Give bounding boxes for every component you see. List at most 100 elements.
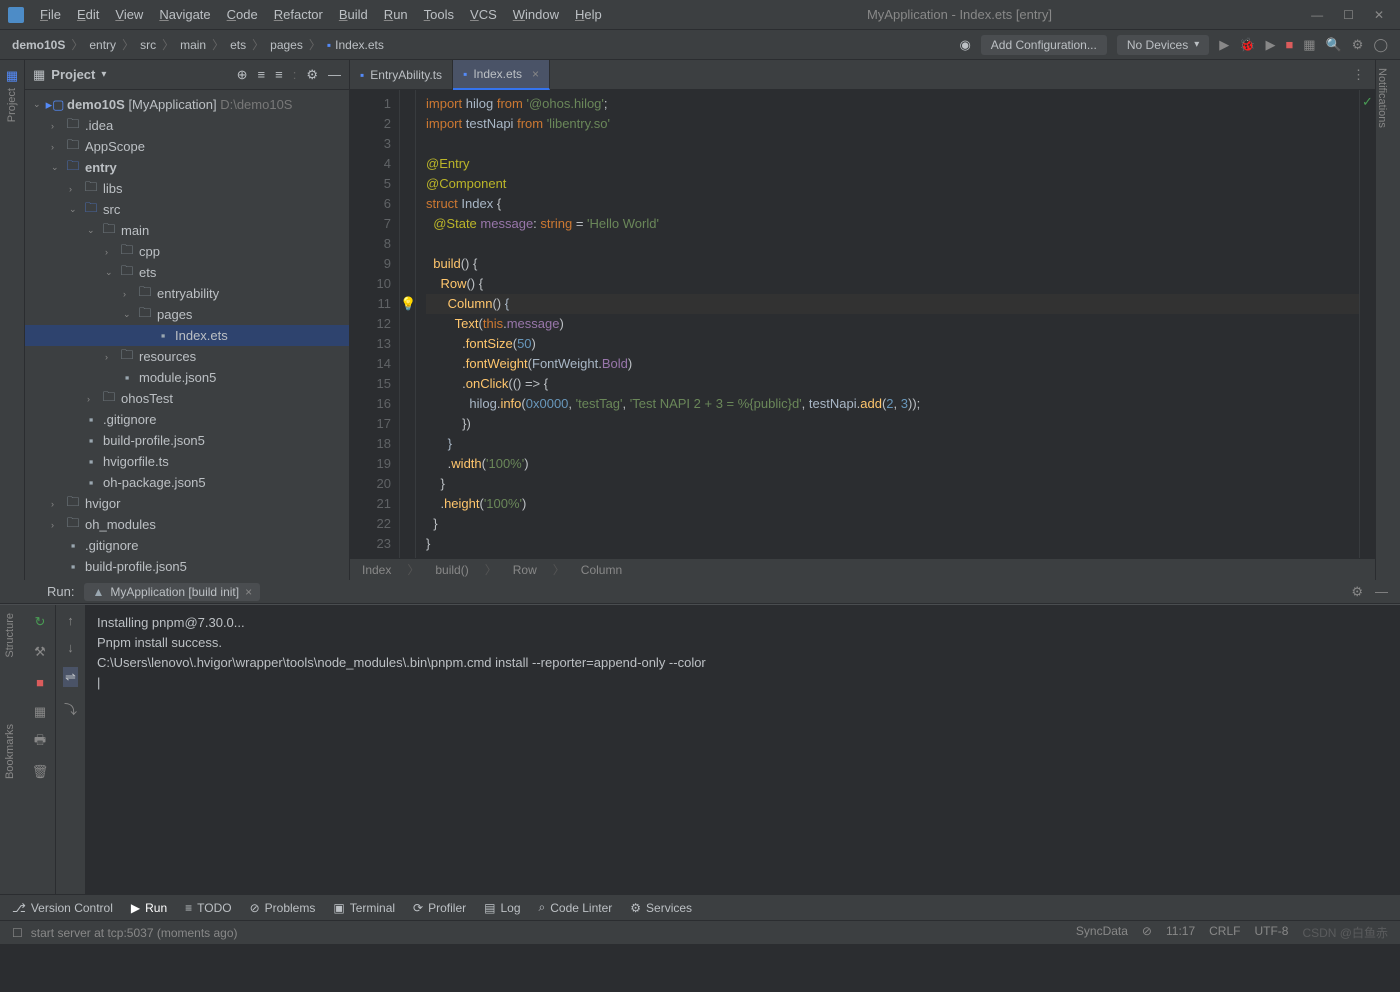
tree-item-build-profile.json5[interactable]: ▪build-profile.json5 <box>25 556 349 577</box>
breadcrumb-item[interactable]: Index.ets <box>335 38 384 52</box>
structure-icon[interactable]: ▦ <box>1303 37 1315 53</box>
breadcrumb-item[interactable]: main <box>180 38 206 52</box>
sidebar-structure[interactable]: Structure <box>0 605 20 666</box>
up-icon[interactable]: ↑ <box>67 613 74 628</box>
breadcrumb-item[interactable]: pages <box>270 38 303 52</box>
code-editor[interactable]: import hilog from '@ohos.hilog';import t… <box>416 90 1359 558</box>
tree-item-build-profile.json5[interactable]: ▪build-profile.json5 <box>25 430 349 451</box>
collapse-all-icon[interactable]: ≡ <box>275 67 283 83</box>
rerun-icon[interactable]: ↻ <box>31 613 49 631</box>
menu-view[interactable]: View <box>109 5 149 24</box>
debug-icon[interactable]: 🐞 <box>1239 37 1255 53</box>
devices-dropdown[interactable]: No Devices <box>1117 35 1209 55</box>
menu-file[interactable]: File <box>34 5 67 24</box>
scroll-icon[interactable]: ⤵ <box>64 699 77 718</box>
tree-item-pages[interactable]: ⌄🗀pages <box>25 304 349 325</box>
tree-item-cpp[interactable]: ›🗀cpp <box>25 241 349 262</box>
console-output[interactable]: Installing pnpm@7.30.0...Pnpm install su… <box>85 605 1400 894</box>
delete-icon[interactable]: 🗑 <box>31 763 49 781</box>
bottom-tab-run[interactable]: ▶Run <box>131 901 167 915</box>
profile-icon[interactable]: ◯ <box>1373 37 1388 53</box>
run-icon[interactable]: ▶ <box>1219 37 1229 53</box>
run-config-tab[interactable]: ▲ MyApplication [build init] × <box>84 583 260 601</box>
sync-icon[interactable]: ◉ <box>959 37 970 53</box>
code-crumb[interactable]: Row <box>513 563 537 577</box>
bottom-tab-services[interactable]: ⚙Services <box>630 901 692 915</box>
tree-item-libs[interactable]: ›🗀libs <box>25 178 349 199</box>
code-crumb[interactable]: Column <box>581 563 622 577</box>
stop-icon[interactable]: ■ <box>1285 37 1293 52</box>
tree-item-resources[interactable]: ›🗀resources <box>25 346 349 367</box>
tool-icon[interactable]: ⚒ <box>31 643 49 661</box>
menu-window[interactable]: Window <box>507 5 565 24</box>
menu-build[interactable]: Build <box>333 5 374 24</box>
menu-edit[interactable]: Edit <box>71 5 105 24</box>
tree-item-entry[interactable]: ⌄🗀entry <box>25 157 349 178</box>
stop-run-icon[interactable]: ■ <box>31 673 49 691</box>
bottom-tab-log[interactable]: ▤Log <box>484 901 520 915</box>
tree-item-oh_modules[interactable]: ›🗀oh_modules <box>25 514 349 535</box>
breadcrumb-item[interactable]: entry <box>89 38 116 52</box>
tree-item-oh-package.json5[interactable]: ▪oh-package.json5 <box>25 472 349 493</box>
run-hide-icon[interactable]: — <box>1375 584 1388 600</box>
tree-item-hvigor[interactable]: ›🗀hvigor <box>25 493 349 514</box>
print-icon[interactable]: 🖶 <box>31 733 49 751</box>
expand-all-icon[interactable]: ≡ <box>258 67 266 83</box>
fold-gutter[interactable] <box>400 90 416 558</box>
menu-tools[interactable]: Tools <box>418 5 460 24</box>
minimize-icon[interactable]: — <box>1311 8 1323 22</box>
tree-item-module.json5[interactable]: ▪module.json5 <box>25 367 349 388</box>
bottom-tab-version-control[interactable]: ⎇Version Control <box>12 901 113 915</box>
tree-item-.idea[interactable]: ›🗀.idea <box>25 115 349 136</box>
hide-icon[interactable]: — <box>328 67 341 83</box>
status-encoding[interactable]: UTF-8 <box>1254 924 1288 941</box>
tree-item-.gitignore[interactable]: ▪.gitignore <box>25 535 349 556</box>
down-icon[interactable]: ↓ <box>67 640 74 655</box>
bottom-tab-terminal[interactable]: ▣Terminal <box>333 901 395 915</box>
breadcrumb-item[interactable]: ets <box>230 38 246 52</box>
tree-item-ets[interactable]: ⌄🗀ets <box>25 262 349 283</box>
project-panel-title[interactable]: Project <box>51 67 95 82</box>
project-root[interactable]: ⌄ ▸▢ demo10S [MyApplication] D:\demo10S <box>25 94 349 115</box>
breadcrumb[interactable]: demo10S〉entry〉src〉main〉ets〉pages〉▪ Index… <box>12 36 384 53</box>
run-settings-icon[interactable]: ⚙ <box>1351 584 1363 600</box>
bottom-tab-code-linter[interactable]: ⌕Code Linter <box>539 900 613 915</box>
menu-vcs[interactable]: VCS <box>464 5 503 24</box>
panel-settings-icon[interactable]: ⚙ <box>306 67 318 83</box>
editor-tab-Index.ets[interactable]: ▪Index.ets× <box>453 60 550 90</box>
add-configuration-button[interactable]: Add Configuration... <box>981 35 1107 55</box>
menu-code[interactable]: Code <box>221 5 264 24</box>
chevron-down-icon[interactable]: ▾ <box>101 69 106 80</box>
status-close-icon[interactable]: ⊘ <box>1142 924 1152 941</box>
tree-item-src[interactable]: ⌄🗀src <box>25 199 349 220</box>
close-icon[interactable]: ✕ <box>1374 8 1384 22</box>
settings-icon[interactable]: ⚙ <box>1352 37 1364 53</box>
menu-refactor[interactable]: Refactor <box>268 5 329 24</box>
tree-item-Index.ets[interactable]: ▪Index.ets <box>25 325 349 346</box>
status-line-ending[interactable]: CRLF <box>1209 924 1240 941</box>
tree-item-AppScope[interactable]: ›🗀AppScope <box>25 136 349 157</box>
bottom-tab-todo[interactable]: ≡TODO <box>185 901 231 915</box>
breadcrumb-item[interactable]: demo10S <box>12 38 65 52</box>
tree-item-hvigorfile.ts[interactable]: ▪hvigorfile.ts <box>25 451 349 472</box>
search-icon[interactable]: 🔍 <box>1326 37 1342 53</box>
layout-icon[interactable]: ▦ <box>31 703 49 721</box>
editor-tab-EntryAbility.ts[interactable]: ▪EntryAbility.ts <box>350 60 453 90</box>
sidebar-bookmarks[interactable]: Bookmarks <box>0 716 20 787</box>
code-crumb[interactable]: Index <box>362 563 391 577</box>
sync-data[interactable]: SyncData <box>1076 924 1128 941</box>
tree-item-main[interactable]: ⌄🗀main <box>25 220 349 241</box>
bulb-icon[interactable]: 💡 <box>400 294 416 314</box>
wrap-icon[interactable]: ⇌ <box>63 667 78 687</box>
code-crumb[interactable]: build() <box>435 563 468 577</box>
menu-navigate[interactable]: Navigate <box>153 5 216 24</box>
project-tab-icon[interactable]: ▦ <box>6 68 18 84</box>
tab-menu-icon[interactable]: ⋮ <box>1342 67 1375 83</box>
breadcrumb-item[interactable]: src <box>140 38 156 52</box>
menu-run[interactable]: Run <box>378 5 414 24</box>
select-opened-icon[interactable]: ⊕ <box>237 67 248 83</box>
tree-item-.gitignore[interactable]: ▪.gitignore <box>25 409 349 430</box>
bottom-tab-problems[interactable]: ⊘Problems <box>250 901 316 915</box>
tree-item-entryability[interactable]: ›🗀entryability <box>25 283 349 304</box>
bottom-tab-profiler[interactable]: ⟳Profiler <box>413 901 466 915</box>
